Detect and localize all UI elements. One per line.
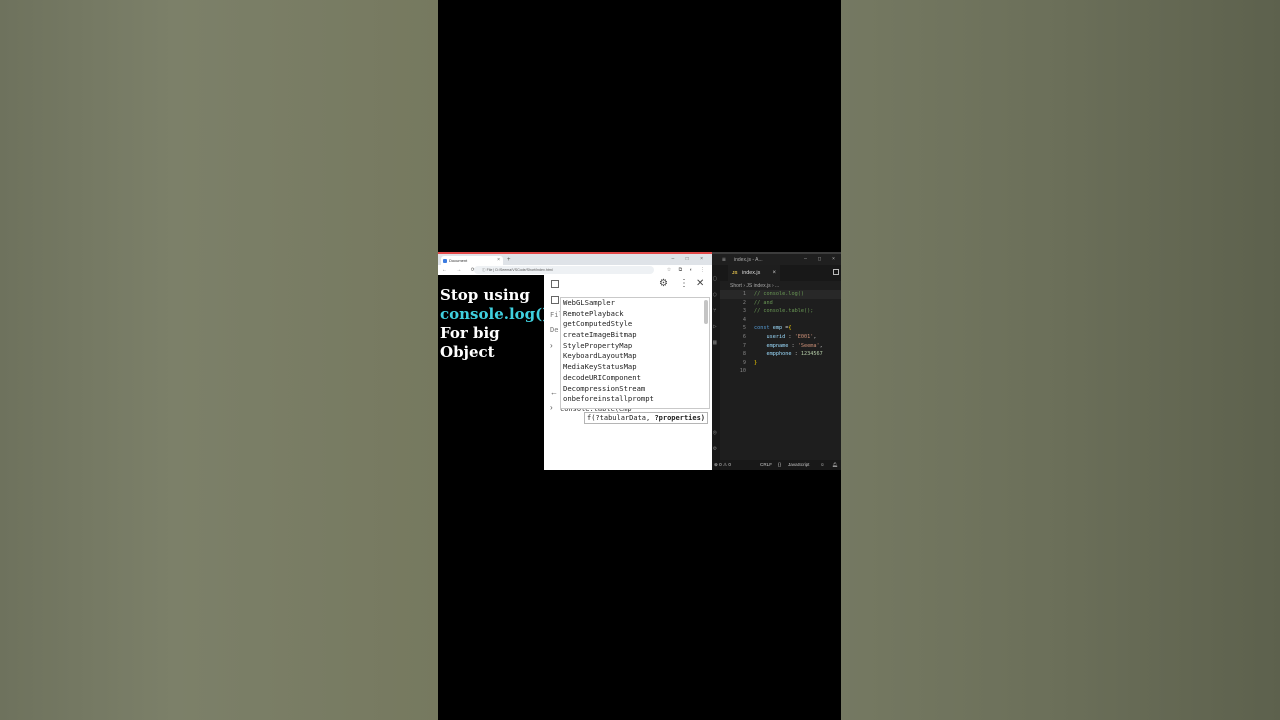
problems-indicator[interactable]: ⊗ 0 ⚠ 0 <box>714 460 731 470</box>
code-text: // console.table(); <box>754 308 814 315</box>
tab-close-icon[interactable]: × <box>497 256 500 265</box>
code-line[interactable]: 5 const emp ={ <box>720 324 841 333</box>
line-ending-indicator[interactable]: CRLF <box>760 460 772 470</box>
code-line[interactable]: 7 empname : 'Seema', <box>720 342 841 351</box>
autocomplete-item[interactable]: RemotePlayback <box>561 309 709 320</box>
code-line[interactable]: 6 userid : 'E001', <box>720 333 841 342</box>
browser-window: Document × + – □ × ← → ⟳ ⌂ ⓘ File | D:/S… <box>438 252 712 470</box>
tab-close-icon[interactable]: × <box>772 265 776 281</box>
code-text: // console.log() <box>754 291 804 297</box>
language-mode[interactable]: JavaScript <box>788 460 809 470</box>
code-editor[interactable]: 1 // console.log() 2 // and 3 // console.tabl… <box>720 290 841 460</box>
browser-tab[interactable]: Document × <box>441 256 503 265</box>
page-favicon-icon <box>443 259 447 263</box>
editor-tabs: JS index.js × <box>720 265 841 281</box>
vscode-window-controls[interactable]: – □ × <box>804 255 839 264</box>
run-debug-icon[interactable]: ▷ <box>713 323 717 330</box>
js-file-icon: JS <box>732 270 738 275</box>
code-text: } <box>754 359 758 366</box>
code-text: userid : 'E001', <box>766 333 817 340</box>
autocomplete-item[interactable]: createImageBitmap <box>561 330 709 341</box>
autocomplete-scrollbar[interactable] <box>704 300 708 324</box>
caption-line-1: Stop using <box>440 286 530 304</box>
code-line[interactable]: 3 // console.table(); <box>720 307 841 316</box>
devtools-panel: Filt De ⚙ ⋮ ✕ › ← undef › console.table(… <box>544 275 712 470</box>
autocomplete-item[interactable]: onbeforeinstallprompt <box>561 394 709 405</box>
code-line[interactable]: 4 <box>720 316 841 325</box>
notifications-icon[interactable]: 🔔︎ <box>832 460 838 470</box>
manage-gear-icon[interactable]: ⚙ <box>713 445 717 452</box>
search-icon[interactable]: ○ <box>713 291 717 298</box>
settings-gear-icon[interactable]: ⚙ <box>659 278 668 290</box>
line-number: 5 <box>742 325 746 332</box>
browser-titlebar: Document × + – □ × <box>438 252 712 265</box>
line-number: 6 <box>742 333 746 340</box>
sidebar-toggle-icon[interactable] <box>551 296 559 304</box>
split-editor-icon[interactable] <box>833 269 839 275</box>
vscode-window: ≡ index.js - A... – □ × ▢ ○ ⑂ ▷ ▦ ◎ ⚙ JS… <box>712 252 841 470</box>
breadcrumb[interactable]: Short › JS index.js › ... <box>730 283 779 289</box>
browser-toolbar-icons[interactable]: ☆ ⧉ ◐ ⋮ <box>667 266 708 274</box>
caption-line-3: For big <box>440 324 500 342</box>
address-bar[interactable]: ⓘ File | D:/Seema/VSCode/Short/index.htm… <box>474 266 654 274</box>
code-line[interactable]: 10 <box>720 367 841 376</box>
line-number: 8 <box>742 351 746 358</box>
line-number: 2 <box>742 299 746 306</box>
line-number: 7 <box>742 342 746 349</box>
braces-icon[interactable]: {} <box>778 460 781 470</box>
tab-index-js[interactable]: JS index.js × <box>728 265 780 281</box>
line-number: 3 <box>742 308 746 315</box>
extensions-icon[interactable]: ▦ <box>713 339 717 346</box>
code-text: empphone : 1234567 <box>766 351 823 358</box>
code-text: empname : 'Seema', <box>766 342 823 349</box>
feedback-icon[interactable]: ☺ <box>820 460 825 470</box>
tab-label: index.js <box>742 270 761 276</box>
more-options-icon[interactable]: ⋮ <box>679 278 689 290</box>
line-number: 9 <box>742 359 746 366</box>
status-bar: ⊗ 0 ⚠ 0 CRLF {} JavaScript ☺ 🔔︎ <box>712 460 841 470</box>
browser-window-controls[interactable]: – □ × <box>672 254 709 264</box>
code-line[interactable]: 9} <box>720 359 841 368</box>
inspect-element-icon[interactable] <box>551 280 559 288</box>
function-signature-hint: f(?tabularData, ?properties) <box>584 412 709 424</box>
code-text: // and <box>754 299 773 306</box>
autocomplete-item[interactable]: StylePropertyMap <box>561 341 709 352</box>
console-input-prompt-icon: › <box>550 403 553 412</box>
code-text: const emp ={ <box>754 325 792 332</box>
code-line[interactable]: 1 // console.log() <box>720 290 841 299</box>
return-value-icon: ← <box>550 388 558 397</box>
close-devtools-icon[interactable]: ✕ <box>696 278 704 290</box>
autocomplete-item[interactable]: KeyboardLayoutMap <box>561 351 709 362</box>
line-number: 10 <box>739 368 746 375</box>
new-tab-button[interactable]: + <box>507 256 511 265</box>
source-control-icon[interactable]: ⑂ <box>713 307 717 314</box>
autocomplete-item[interactable]: MediaKeyStatusMap <box>561 362 709 373</box>
left-blurred-background <box>0 0 438 720</box>
screen-recording: Document × + – □ × ← → ⟳ ⌂ ⓘ File | D:/S… <box>438 252 841 470</box>
caption-line-4: Object <box>440 343 495 361</box>
explorer-icon[interactable]: ▢ <box>713 275 717 282</box>
browser-toolbar: ← → ⟳ ⌂ ⓘ File | D:/Seema/VSCode/Short/i… <box>438 265 712 275</box>
activity-bar: ▢ ○ ⑂ ▷ ▦ ◎ ⚙ <box>712 265 720 460</box>
autocomplete-item[interactable]: decodeURIComponent <box>561 373 709 384</box>
menu-icon[interactable]: ≡ <box>722 255 726 264</box>
right-blurred-background <box>841 0 1280 720</box>
hint-signature: f(?tabularData, <box>587 414 655 422</box>
account-icon[interactable]: ◎ <box>713 429 717 436</box>
browser-tab-title: Document <box>449 258 468 263</box>
autocomplete-item[interactable]: getComputedStyle <box>561 319 709 330</box>
autocomplete-dropdown: WebGLSampler RemotePlayback getComputedSty… <box>560 297 710 409</box>
hint-current-param: ?properties) <box>654 414 706 422</box>
line-number: 4 <box>742 316 746 323</box>
vscode-title: index.js - A... <box>734 257 763 263</box>
autocomplete-item[interactable]: DecompressionStream <box>561 384 709 395</box>
code-line[interactable]: 2 // and <box>720 299 841 308</box>
code-line[interactable]: 8 empphone : 1234567 <box>720 350 841 359</box>
caption-line-2: console.log(); <box>440 305 555 323</box>
video-caption: Stop using console.log(); For big Object <box>440 286 555 362</box>
line-number: 1 <box>742 291 746 297</box>
default-levels-dropdown[interactable]: De <box>550 326 558 334</box>
console-prompt-icon: › <box>550 341 553 350</box>
autocomplete-item[interactable]: WebGLSampler <box>561 298 709 309</box>
